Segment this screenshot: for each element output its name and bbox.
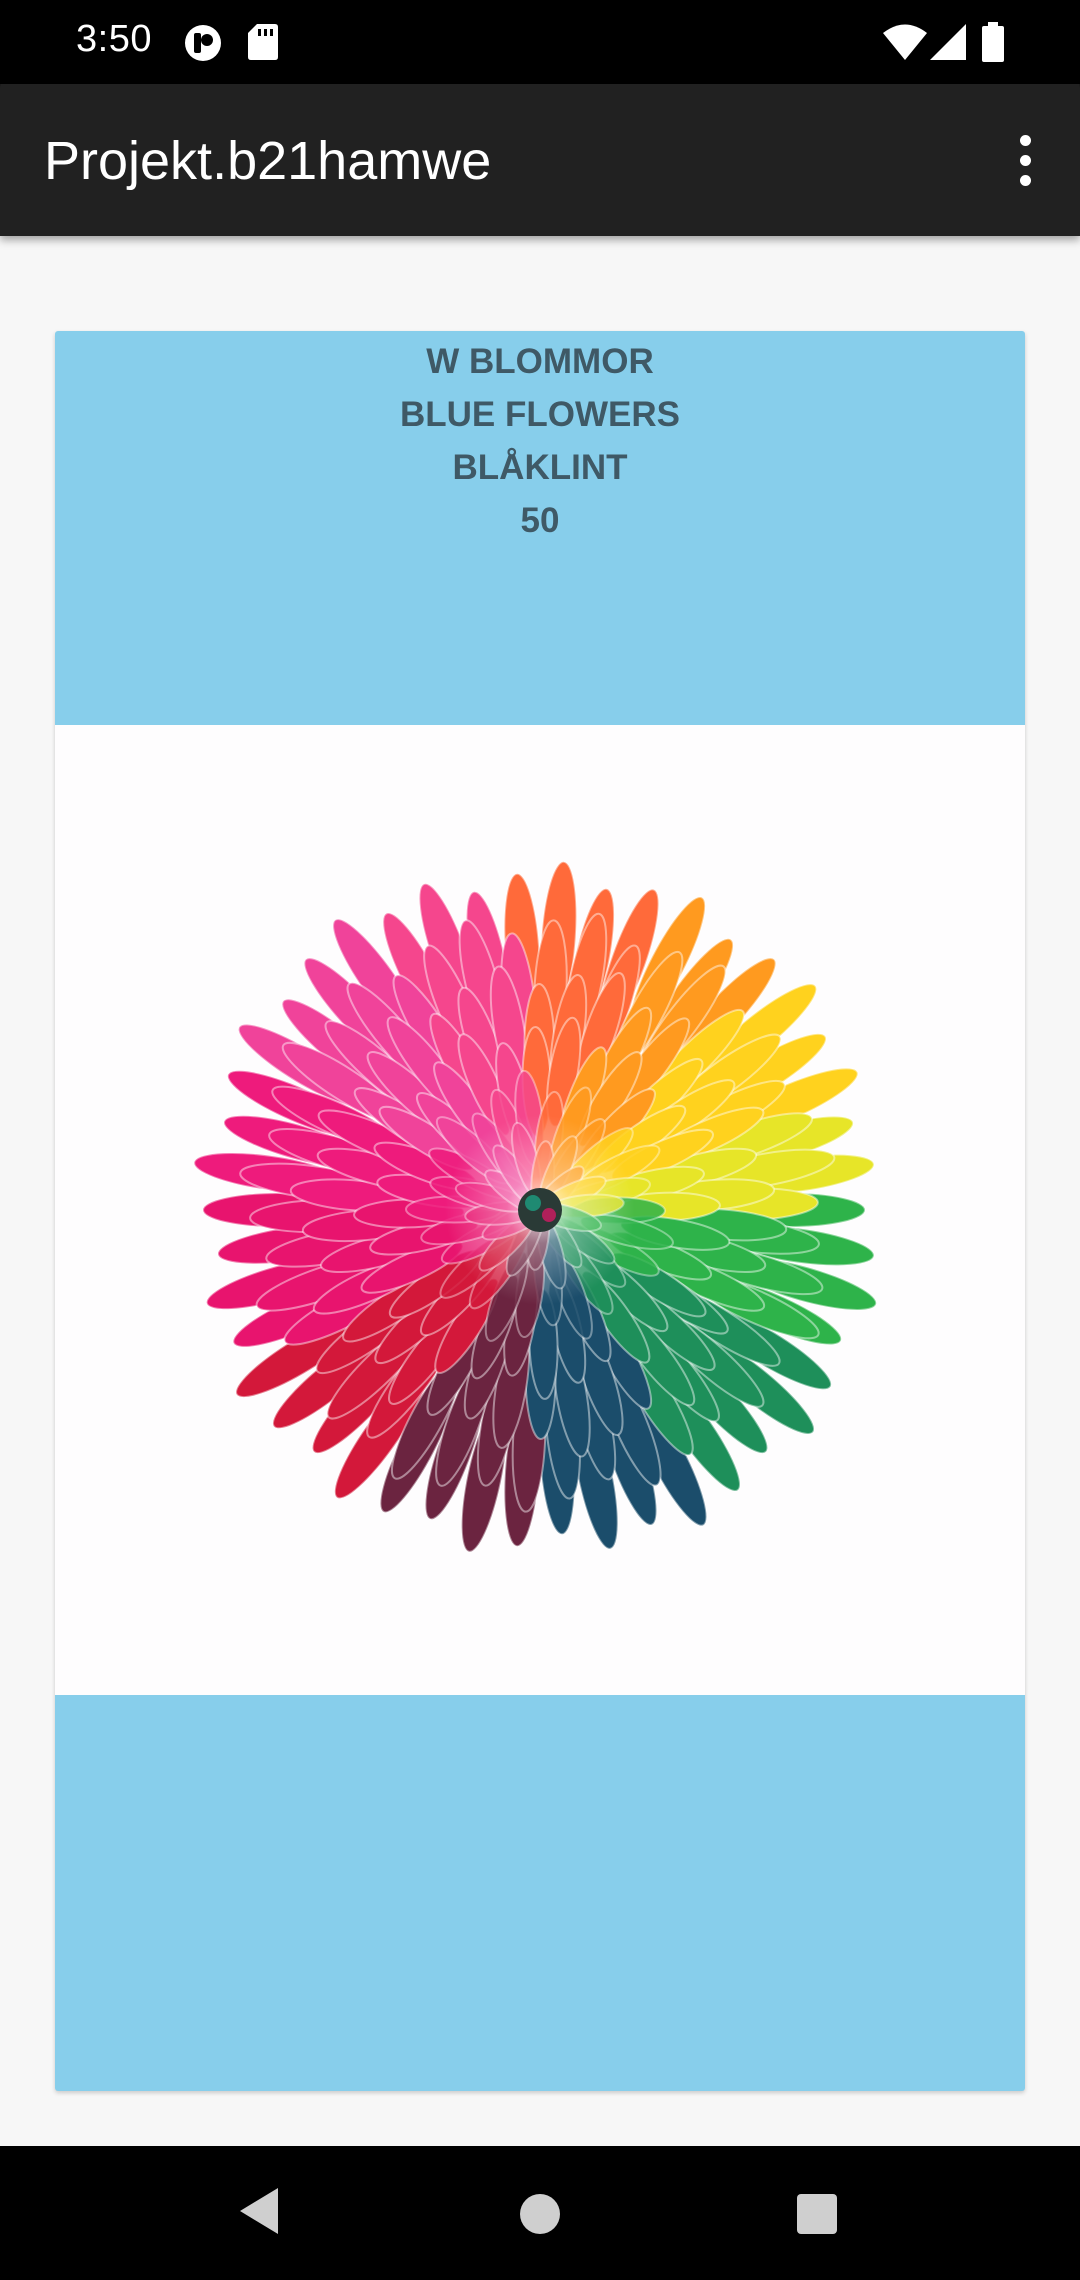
recents-icon[interactable] [797,2194,837,2234]
flower-card[interactable]: W BLOMMOR BLUE FLOWERS BLÅKLINT 50 [55,331,1025,2091]
card-line-number: 50 [520,501,560,540]
app-title: Projekt.b21hamwe [44,131,492,191]
back-icon[interactable] [240,2188,278,2239]
status-time: 3:50 [76,18,152,60]
sd-card-icon [248,24,278,65]
card-text: W BLOMMOR BLUE FLOWERS BLÅKLINT 50 [55,335,1025,547]
card-line-category: BLUE FLOWERS [400,395,680,434]
more-options-button[interactable] [988,120,1062,200]
navigation-bar [0,2146,1080,2280]
notification-app-icon [184,24,222,67]
signal-icon [930,24,966,65]
more-vert-icon [1019,134,1031,146]
content-area: W BLOMMOR BLUE FLOWERS BLÅKLINT 50 [0,236,1080,2146]
status-bar: 3:50 [0,0,1080,84]
card-line-species: BLÅKLINT [452,448,628,487]
app-bar: Projekt.b21hamwe [0,84,1080,236]
phone-screen: 3:50 Projekt.b21hamwe W BLOMMOR BLUE FLO… [0,0,1080,2280]
battery-icon [982,22,1004,67]
flower-image [55,725,1025,1695]
home-icon[interactable] [520,2194,560,2234]
card-line-name: W BLOMMOR [426,342,654,381]
wifi-icon [883,24,927,65]
